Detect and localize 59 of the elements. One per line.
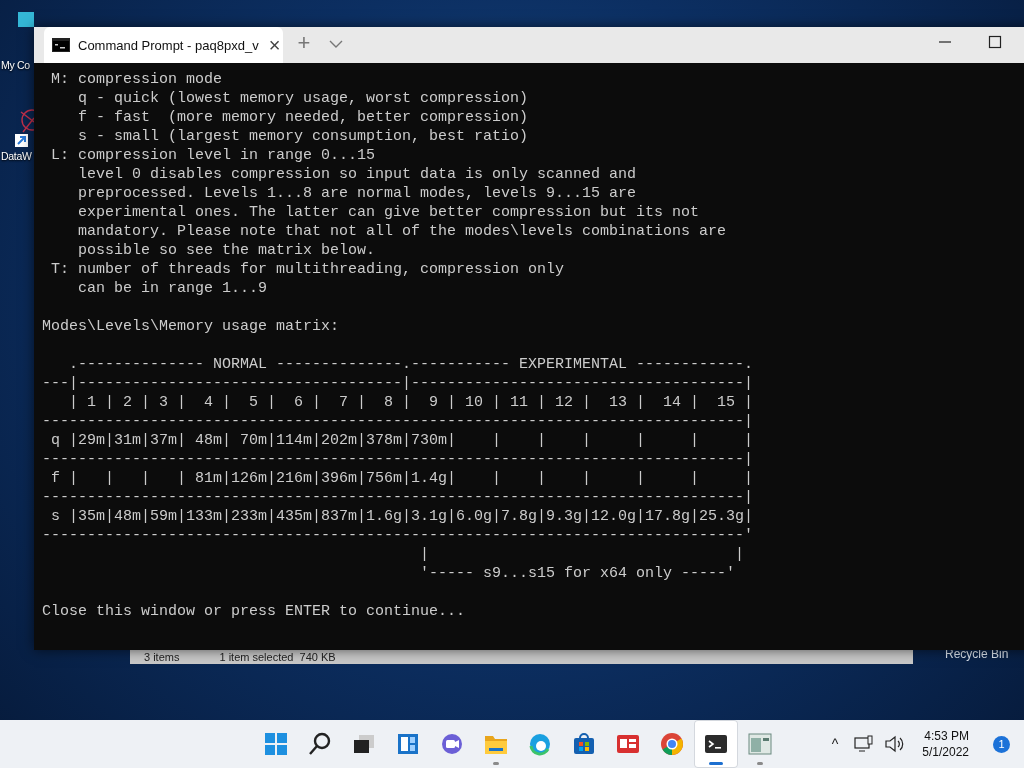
notification-badge[interactable]: 1: [993, 735, 1010, 753]
console-line: q |29m|31m|37m| 48m| 70m|114m|202m|378m|730m| | | | | | |: [50, 431, 755, 450]
chat-icon: [440, 732, 464, 756]
console-line: s - small (largest memory consumption, best ratio): [77, 127, 530, 146]
console-line: | |: [419, 545, 746, 564]
clock-time[interactable]: 4:53 PM: [924, 729, 969, 743]
terminal-tab[interactable]: Command Prompt - paq8pxd_v ×: [44, 27, 283, 63]
chrome-icon: [660, 732, 684, 756]
console-line: ------------------------------------------------------------------------------|: [42, 412, 755, 431]
window-icon: [748, 732, 772, 756]
item-count: 3 items: [144, 651, 180, 663]
console-line: ------------------------------------------------------------------------------|: [42, 488, 755, 507]
console-line: .-------------- NORMAL --------------.----------- EXPERIMENTAL ------------.: [68, 355, 755, 374]
search-icon: [308, 732, 332, 756]
console-line: experimental ones. The latter can give better compression but its not: [77, 203, 701, 222]
console-line: ------------------------------------------------------------------------------|: [42, 450, 755, 469]
bag-icon: [572, 732, 596, 756]
desktop-icon-label[interactable]: DataW: [1, 150, 32, 162]
console-line: f | | | | 81m|126m|216m|396m|756m|1.4g| | | | | | |: [50, 469, 755, 488]
maximize-icon[interactable]: [988, 35, 1002, 49]
console-line: T: number of threads for multithreading, compression only: [50, 260, 566, 279]
tab-title: Command Prompt - paq8pxd_v: [78, 37, 259, 53]
task-view-icon: [352, 732, 376, 756]
console-line: M: compression mode: [50, 70, 224, 89]
console-line: q - quick (lowest memory usage, worst compression): [77, 89, 530, 108]
tab-close-button[interactable]: ×: [266, 35, 283, 55]
running-indicator: [757, 762, 763, 765]
console-line: ---|------------------------------------|-------------------------------------|: [42, 374, 755, 393]
terminal-icon: [704, 732, 728, 756]
new-tab-button[interactable]: +: [289, 29, 319, 57]
console-line: level 0 disables compression so input data is only scanned and: [77, 165, 638, 184]
swirl-icon: [528, 732, 552, 756]
show-hidden-icons-button[interactable]: ^: [825, 735, 845, 753]
desktop-icon-label[interactable]: My Co: [1, 59, 30, 71]
running-indicator: [709, 762, 723, 765]
console-line: Close this window or press ENTER to continue...: [42, 602, 467, 621]
running-indicator: [493, 762, 499, 765]
taskbar-button[interactable]: [694, 720, 738, 768]
console-line: possible so see the matrix below.: [77, 241, 377, 260]
console-line: | 1 | 2 | 3 | 4 | 5 | 6 | 7 | 8 | 9 | 10 | 11 | 12 | 13 | 14 | 15 |: [68, 393, 755, 412]
network-icon[interactable]: [854, 735, 875, 753]
console-icon: [52, 38, 70, 52]
widgets-icon: [396, 732, 420, 756]
start-icon: [264, 732, 288, 756]
monitor-icon: [18, 12, 34, 27]
clock-date[interactable]: 5/1/2022: [922, 745, 969, 759]
console-line: '----- s9...s15 for x64 only -----': [419, 564, 737, 583]
console-line: s |35m|48m|59m|133m|233m|435m|837m|1.6g|3.1g|6.0g|7.8g|9.3g|12.0g|17.8g|25.3g|: [50, 507, 755, 526]
selection-info: 1 item selected 740 KB: [219, 651, 336, 663]
console-line: L: compression level in range 0...15: [50, 146, 377, 165]
console-line: mandatory. Please note that not all of the modes\levels combinations are: [77, 222, 728, 241]
console-line: ------------------------------------------------------------------------------': [42, 526, 755, 545]
console-line: preprocessed. Levels 1...8 are normal modes, levels 9...15 are: [77, 184, 638, 203]
news-icon: [616, 732, 640, 756]
console-line: can be in range 1...9: [77, 279, 269, 298]
chevron-down-icon[interactable]: [329, 40, 343, 49]
volume-icon[interactable]: [884, 735, 905, 753]
console-line: f - fast (more memory needed, better compression): [77, 108, 530, 127]
console-line: Modes\Levels\Memory usage matrix:: [42, 317, 341, 336]
